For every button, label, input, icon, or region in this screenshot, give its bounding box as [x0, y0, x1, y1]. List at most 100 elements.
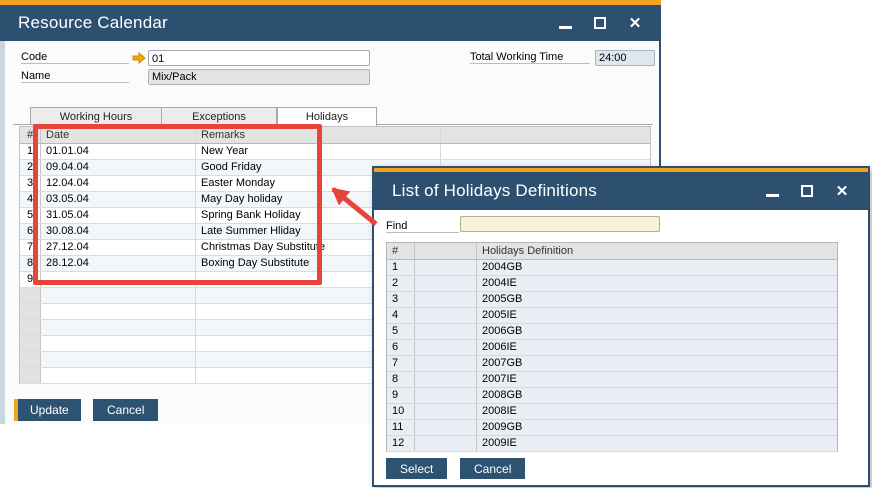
table-row[interactable]: 10 2008IE [387, 404, 837, 420]
cell-date [41, 336, 196, 351]
cell-num: 6 [387, 340, 415, 355]
table-row[interactable]: 1 01.01.04 New Year [20, 144, 650, 160]
cell-num [20, 368, 41, 383]
cell-num [20, 304, 41, 319]
window-title: List of Holidays Definitions [392, 181, 597, 200]
cell-num: 4 [20, 192, 41, 207]
cell-num: 4 [387, 308, 415, 323]
cell-filler [415, 436, 477, 451]
cell-num: 3 [387, 292, 415, 307]
cancel-button[interactable]: Cancel [93, 399, 159, 421]
header-filler [441, 127, 650, 143]
minimize-button[interactable] [557, 15, 573, 31]
cell-num: 12 [387, 436, 415, 451]
resource-calendar-titlebar: Resource Calendar ✕ [0, 5, 661, 41]
update-button[interactable]: Update [14, 399, 81, 421]
table-row[interactable]: 12 2009IE [387, 436, 837, 452]
link-arrow-icon[interactable] [132, 51, 146, 67]
cell-num: 6 [20, 224, 41, 239]
header-holidays-definition[interactable]: Holidays Definition [477, 243, 837, 259]
code-input[interactable] [148, 50, 370, 66]
screen: Resource Calendar ✕ Code Name Mix/Pack T… [0, 0, 872, 488]
table-row[interactable]: 2 2004IE [387, 276, 837, 292]
cell-date [41, 320, 196, 335]
table-row[interactable]: 7 2007GB [387, 356, 837, 372]
tab-exceptions[interactable]: Exceptions [162, 107, 277, 125]
cell-num: 9 [20, 272, 41, 287]
cell-filler [415, 292, 477, 307]
cell-date: 27.12.04 [41, 240, 196, 255]
cell-filler [415, 308, 477, 323]
name-label: Name [21, 68, 129, 83]
window-controls: ✕ [557, 15, 643, 32]
cell-num: 5 [387, 324, 415, 339]
table-row[interactable]: 4 2005IE [387, 308, 837, 324]
tab-working-hours[interactable]: Working Hours [30, 107, 162, 125]
cell-definition: 2008GB [482, 389, 523, 401]
cell-date [41, 368, 196, 383]
cell-date: 09.04.04 [41, 160, 196, 175]
cell-num: 11 [387, 420, 415, 435]
table-row[interactable]: 3 2005GB [387, 292, 837, 308]
cell-filler [415, 324, 477, 339]
cell-filler [415, 260, 477, 275]
table-row[interactable]: 11 2009GB [387, 420, 837, 436]
total-working-time-label: Total Working Time [470, 49, 590, 64]
select-button[interactable]: Select [386, 458, 448, 479]
cell-num: 8 [20, 256, 41, 271]
table-row[interactable]: 1 2004GB [387, 260, 837, 276]
cell-date: 31.05.04 [41, 208, 196, 223]
tab-holidays[interactable]: Holidays [277, 107, 377, 126]
holidays-definitions-content: Find # Holidays Definition 1 2004GB 2 2004I… [374, 210, 868, 483]
cell-filler [415, 404, 477, 419]
name-field: Mix/Pack [148, 69, 370, 85]
header-number[interactable]: # [20, 127, 41, 143]
close-icon[interactable]: ✕ [834, 183, 850, 200]
cell-num [20, 288, 41, 303]
total-working-time-field: 24:00 [595, 50, 655, 66]
cell-num: 2 [20, 160, 41, 175]
cell-filler [415, 340, 477, 355]
table-row[interactable]: 5 2006GB [387, 324, 837, 340]
header-empty[interactable] [415, 243, 477, 259]
cell-date: 03.05.04 [41, 192, 196, 207]
cell-date: 30.08.04 [41, 224, 196, 239]
minimize-button[interactable] [764, 183, 780, 199]
cell-num [20, 320, 41, 335]
window-controls: ✕ [764, 183, 850, 200]
cancel-button[interactable]: Cancel [460, 458, 526, 479]
cell-num: 9 [387, 388, 415, 403]
cell-filler [415, 388, 477, 403]
cell-definition: 2009IE [482, 437, 517, 449]
cell-num [20, 336, 41, 351]
cell-num: 3 [20, 176, 41, 191]
cell-date [41, 288, 196, 303]
close-icon[interactable]: ✕ [627, 15, 643, 32]
maximize-button[interactable] [799, 183, 815, 199]
cell-date [41, 352, 196, 367]
cell-num: 1 [20, 144, 41, 159]
cell-num: 7 [387, 356, 415, 371]
header-remarks[interactable]: Remarks [196, 127, 441, 143]
code-label: Code [21, 49, 129, 64]
cell-filler [415, 420, 477, 435]
cell-definition: 2008IE [482, 405, 517, 417]
holidays-definitions-window: List of Holidays Definitions ✕ Find # Ho… [372, 166, 870, 487]
cell-filler [415, 356, 477, 371]
cell-date: 28.12.04 [41, 256, 196, 271]
cell-definition: 2006IE [482, 341, 517, 353]
cell-num: 2 [387, 276, 415, 291]
table-row[interactable]: 8 2007IE [387, 372, 837, 388]
definitions-table-header: # Holidays Definition [387, 243, 837, 260]
cell-num: 8 [387, 372, 415, 387]
header-number[interactable]: # [387, 243, 415, 259]
holidays-table-header: # Date Remarks [20, 127, 650, 144]
window-title: Resource Calendar [18, 13, 168, 32]
table-row[interactable]: 6 2006IE [387, 340, 837, 356]
maximize-button[interactable] [592, 15, 608, 31]
cell-filler [415, 372, 477, 387]
cell-date: 12.04.04 [41, 176, 196, 191]
table-row[interactable]: 9 2008GB [387, 388, 837, 404]
header-date[interactable]: Date [41, 127, 196, 143]
find-input[interactable] [460, 216, 660, 232]
